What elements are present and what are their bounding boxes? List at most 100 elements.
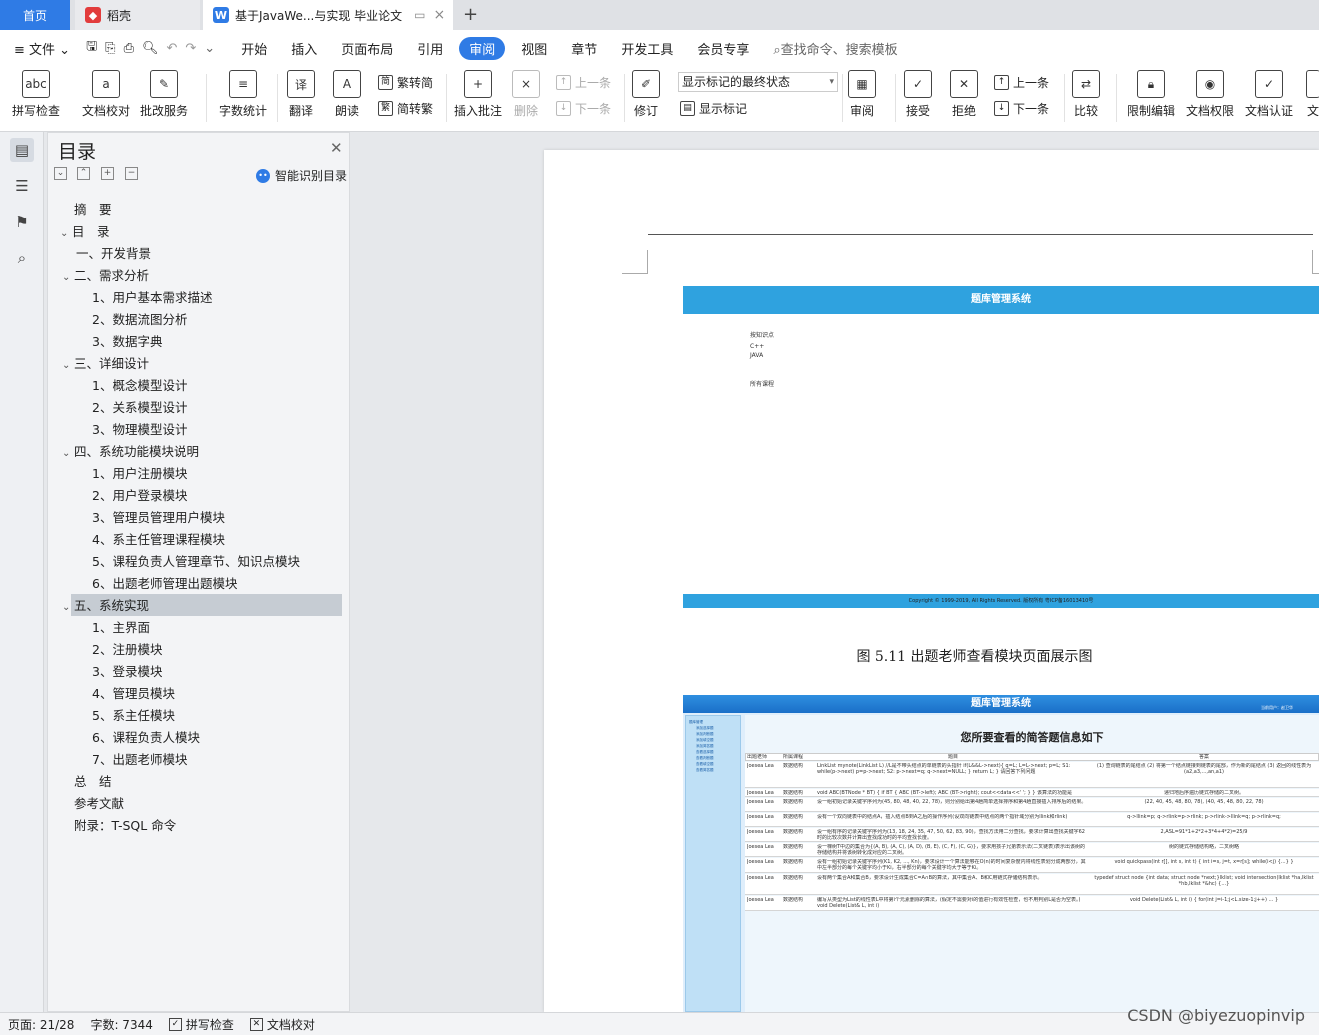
revise-button[interactable]: ✐ 修订 [632, 70, 660, 119]
word-count-button[interactable]: ≡ 字数统计 [219, 70, 267, 119]
page-indicator[interactable]: 页面: 21/28 [8, 1016, 74, 1033]
export-icon[interactable]: ⎘ [105, 41, 115, 56]
quick-access-dropdown-icon[interactable]: ⌄ [204, 41, 215, 56]
chevron-down-icon[interactable]: ⌄ [62, 355, 74, 377]
spell-check-button[interactable]: abc 拼写检查 [12, 70, 60, 119]
toc-item[interactable]: 3、登录模块 [92, 661, 162, 683]
add-heading-icon[interactable]: + [101, 167, 114, 180]
toc-item[interactable]: 2、用户登录模块 [92, 485, 187, 507]
delete-comment-button[interactable]: × 删除 [512, 70, 540, 119]
menu-item-8[interactable]: 会员专享 [697, 39, 749, 58]
table-cell: 设有一组初始记录关键字序列(K1, K2, ..., Kn)，要求设计一个算法能… [817, 859, 1086, 871]
collapse-all-icon[interactable]: ⌄ [54, 167, 67, 180]
prev-comment-button[interactable]: ↑ 上一条 [556, 74, 611, 91]
save-icon[interactable]: 🖫 [86, 37, 97, 59]
show-markup-button[interactable]: ▤ 显示标记 [680, 100, 747, 117]
batch-service-button[interactable]: ✎ 批改服务 [140, 70, 188, 119]
restrict-edit-button[interactable]: 🔒︎ 限制编辑 [1127, 70, 1175, 119]
redo-icon[interactable]: ↷ [185, 41, 196, 56]
expand-up-icon[interactable]: ⌃ [77, 167, 90, 180]
bookmark-icon[interactable]: ⚑ [10, 210, 34, 234]
toc-item[interactable]: 2、注册模块 [92, 639, 162, 661]
toc-item[interactable]: 1、主界面 [92, 617, 150, 639]
smart-toc-button[interactable]: •• 智能识别目录 [256, 167, 347, 184]
toc-item[interactable]: ⌄ 二、需求分析 [62, 265, 149, 287]
menu-item-1[interactable]: 插入 [291, 39, 317, 58]
doc-check-button[interactable]: a 文档校对 [82, 70, 130, 119]
command-search[interactable]: ⌕查找命令、搜索模板 [773, 39, 897, 58]
toc-item[interactable]: 3、数据字典 [92, 331, 162, 353]
toc-item[interactable]: 2、关系模型设计 [92, 397, 187, 419]
pin-icon[interactable]: ▭ [414, 8, 425, 22]
toc-item[interactable]: 5、课程负责人管理章节、知识点模块 [92, 551, 300, 573]
tab-docer[interactable]: ◆ 稻壳 [75, 0, 200, 30]
toc-item[interactable]: 6、课程负责人模块 [92, 727, 200, 749]
toc-item[interactable]: 7、出题老师模块 [92, 749, 187, 771]
next-revision-button[interactable]: ↓ 下一条 [994, 100, 1049, 117]
accept-button[interactable]: ✓ 接受 [904, 70, 932, 119]
toc-item[interactable]: 1、用户注册模块 [92, 463, 187, 485]
print-icon[interactable]: ⎙ [124, 41, 134, 56]
toc-item[interactable]: 3、管理员管理用户模块 [92, 507, 225, 529]
read-aloud-button[interactable]: A 朗读 [333, 70, 361, 119]
toc-item[interactable]: ⌄ 目 录 [60, 221, 110, 243]
undo-icon[interactable]: ↶ [166, 41, 177, 56]
toc-item[interactable]: ⌄ 三、详细设计 [62, 353, 149, 375]
toc-item[interactable]: 6、出题老师管理出题模块 [92, 573, 237, 595]
doc-permission-button[interactable]: ◉ 文档权限 [1186, 70, 1234, 119]
close-icon[interactable]: ✕ [330, 139, 343, 157]
toc-item[interactable]: 5、系主任模块 [92, 705, 175, 727]
menu-item-7[interactable]: 开发工具 [621, 39, 673, 58]
chapter-nav-icon[interactable]: ☰ [10, 174, 34, 198]
preview-icon[interactable]: 🔍︎ [142, 41, 159, 56]
find-icon[interactable]: ⌕ [10, 246, 34, 270]
remove-heading-icon[interactable]: − [125, 167, 138, 180]
status-doc-check[interactable]: ✕ 文档校对 [249, 1016, 315, 1033]
chevron-down-icon[interactable]: ⌄ [60, 223, 72, 245]
menu-item-6[interactable]: 章节 [571, 39, 597, 58]
toc-item[interactable]: ⌄ 五、系统实现 [62, 595, 149, 617]
toc-item[interactable]: 总 结 [74, 771, 112, 793]
markup-state-select[interactable]: 显示标记的最终状态 ▾ [678, 72, 838, 92]
new-tab-button[interactable]: + [463, 4, 478, 25]
close-tab-icon[interactable]: × [434, 7, 446, 23]
toc-item[interactable]: 一、开发背景 [76, 243, 151, 265]
menu-item-3[interactable]: 引用 [417, 39, 443, 58]
menu-item-review[interactable]: 审阅 [459, 36, 506, 60]
tab-document[interactable]: W 基于JavaWe...与实现 毕业论文 ▭ × [203, 0, 453, 30]
prev-revision-button[interactable]: ↑ 上一条 [994, 74, 1049, 91]
toc-item[interactable]: ⌄ 四、系统功能模块说明 [62, 441, 199, 463]
next-comment-button[interactable]: ↓ 下一条 [556, 100, 611, 117]
tab-home[interactable]: 首页 [0, 0, 70, 30]
status-spell-check[interactable]: ✓ 拼写检查 [168, 1016, 234, 1033]
toc-item[interactable]: 摘 要 [74, 199, 112, 221]
toc-item[interactable]: 4、系主任管理课程模块 [92, 529, 225, 551]
menu-item-2[interactable]: 页面布局 [341, 39, 393, 58]
toc-item[interactable]: 附录：T-SQL 命令 [74, 815, 176, 837]
toc-item[interactable]: 4、管理员模块 [92, 683, 175, 705]
toc-item[interactable]: 2、数据流图分析 [92, 309, 187, 331]
doc-certify-button[interactable]: ✓ 文档认证 [1245, 70, 1293, 119]
batch-service-icon: ✎ [150, 70, 178, 98]
menu-item-5[interactable]: 视图 [521, 39, 547, 58]
more-button[interactable]: 文 [1306, 70, 1319, 119]
chevron-down-icon[interactable]: ⌄ [62, 597, 74, 619]
word-count-indicator[interactable]: 字数: 7344 [90, 1016, 152, 1033]
toc-item[interactable]: 1、用户基本需求描述 [92, 287, 212, 309]
toc-item[interactable]: 1、概念模型设计 [92, 375, 187, 397]
translate-button[interactable]: 译翻译 [287, 70, 315, 119]
chevron-down-icon[interactable]: ⌄ [62, 267, 74, 289]
reject-button[interactable]: ✕ 拒绝 [950, 70, 978, 119]
compare-icon: ⇄ [1072, 70, 1100, 98]
simp-to-trad-button[interactable]: 繁简转繁 [378, 100, 433, 117]
chevron-down-icon[interactable]: ⌄ [62, 443, 74, 465]
compare-button[interactable]: ⇄ 比较 [1072, 70, 1100, 119]
trad-to-simp-button[interactable]: 简繁转简 [378, 74, 433, 91]
menu-item-0[interactable]: 开始 [241, 39, 267, 58]
toc-item[interactable]: 3、物理模型设计 [92, 419, 187, 441]
menu-file[interactable]: ≡ 文件 ⌄ [14, 39, 70, 58]
review-pane-button[interactable]: ▦ 审阅 [848, 70, 876, 119]
toc-item[interactable]: 参考文献 [74, 793, 124, 815]
toc-panel-icon[interactable]: ▤ [10, 138, 34, 162]
insert-comment-button[interactable]: + 插入批注 [454, 70, 502, 119]
